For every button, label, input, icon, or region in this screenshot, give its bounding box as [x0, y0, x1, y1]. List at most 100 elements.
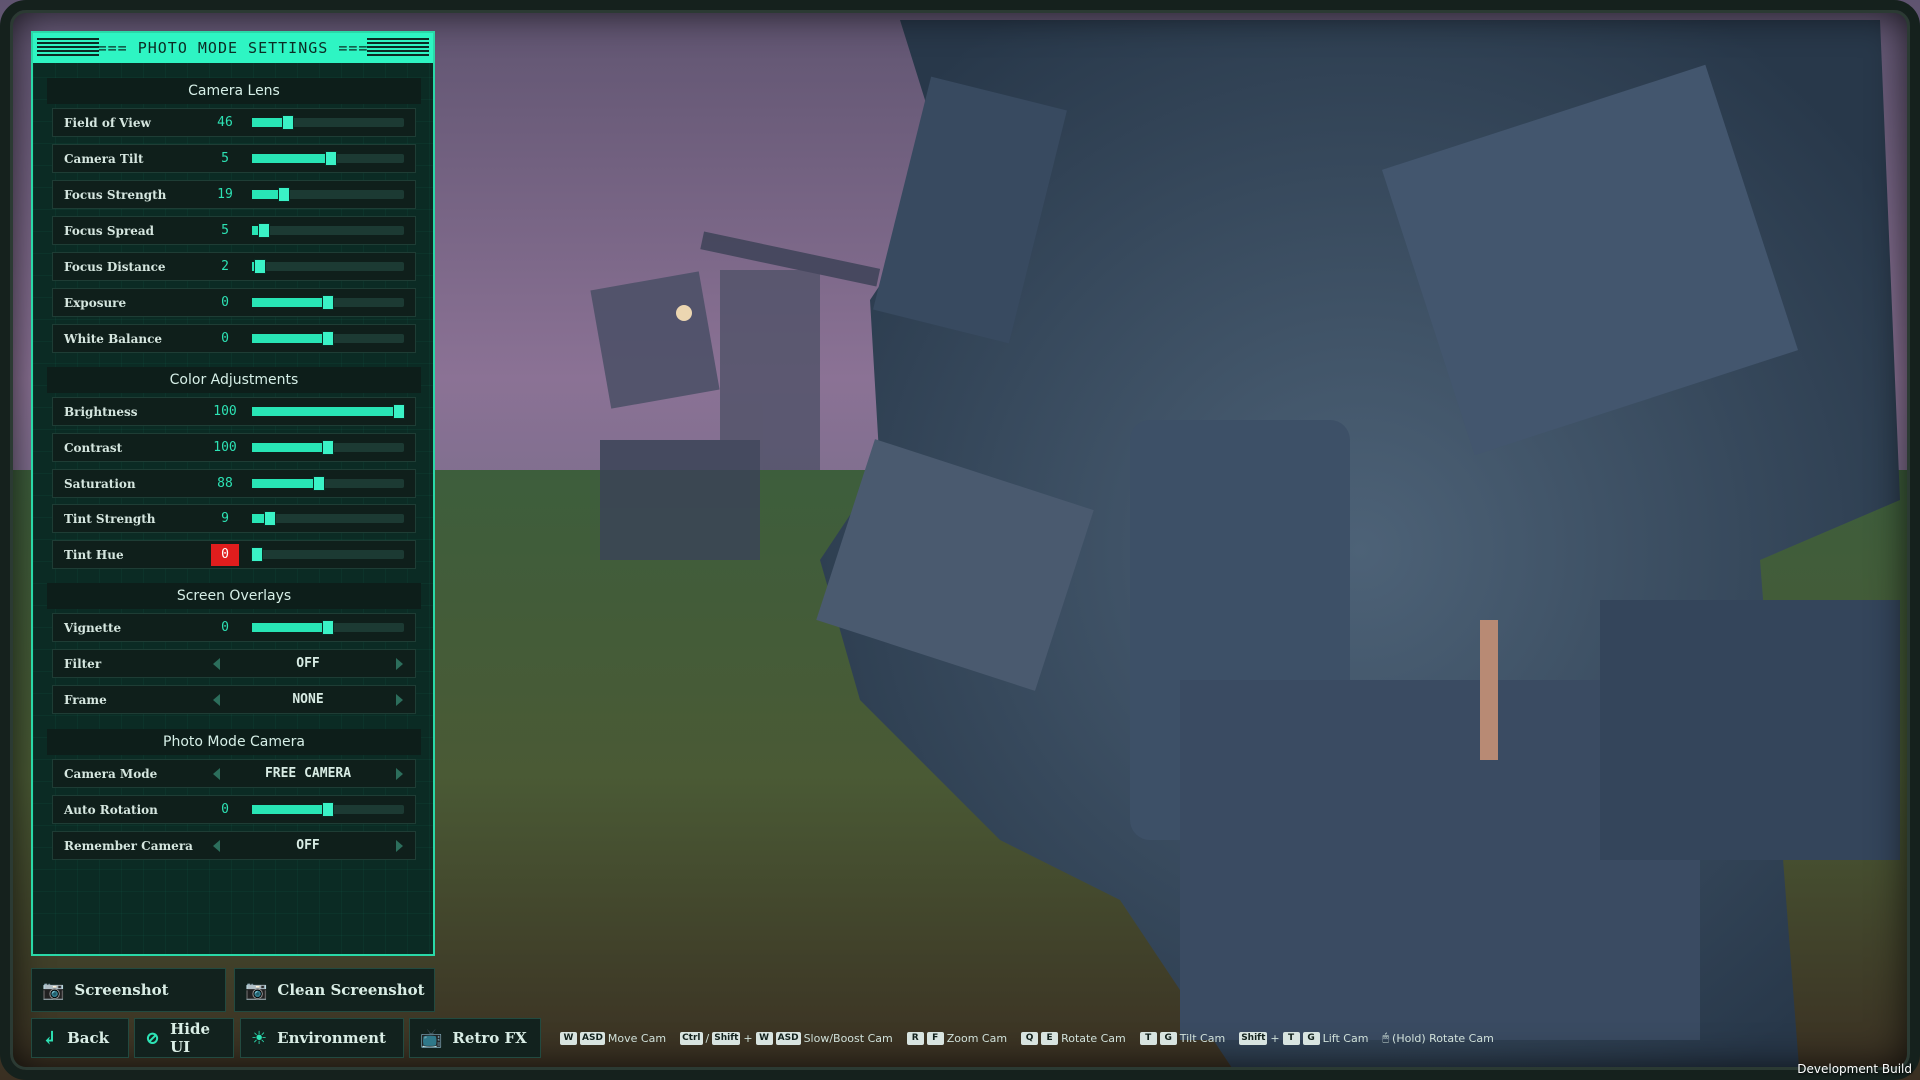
slider-knob[interactable] [265, 512, 275, 525]
slider-fill [252, 154, 331, 163]
slider-track[interactable] [252, 443, 404, 452]
key-g: G [1160, 1032, 1177, 1045]
arrow-right-icon[interactable] [396, 768, 403, 780]
setting-row-vignette[interactable]: Vignette 0 [52, 613, 416, 642]
back-button[interactable]: ↲ Back [31, 1018, 129, 1058]
setting-row-exposure[interactable]: Exposure 0 [52, 288, 416, 317]
arrow-left-icon[interactable] [213, 768, 220, 780]
slider-track[interactable] [252, 226, 404, 235]
setting-row-filter[interactable]: Filter OFF [52, 649, 416, 678]
key-g: G [1303, 1032, 1320, 1045]
setting-value: 19 [211, 184, 239, 206]
setting-row-saturation[interactable]: Saturation 88 [52, 469, 416, 498]
setting-row-focus-strength[interactable]: Focus Strength 19 [52, 180, 416, 209]
slider-track[interactable] [252, 118, 404, 127]
screenshot-button[interactable]: 📷 Screenshot [31, 968, 226, 1012]
arrow-right-icon[interactable] [396, 840, 403, 852]
slider-fill [252, 443, 328, 452]
slider-track[interactable] [252, 805, 404, 814]
slider-fill [252, 623, 328, 632]
slider-track[interactable] [252, 334, 404, 343]
slider-track[interactable] [252, 262, 404, 271]
setting-value: 2 [211, 256, 239, 278]
option-selector: NONE [213, 689, 403, 711]
key-shift: Shift [712, 1032, 740, 1045]
slider-knob[interactable] [323, 332, 333, 345]
option-value: FREE CAMERA [265, 766, 351, 781]
slider-knob[interactable] [283, 116, 293, 129]
hint-slow-boost-cam: Ctrl/Shift+WASD Slow/Boost Cam [680, 1032, 893, 1045]
slider-track[interactable] [252, 514, 404, 523]
hint-move-cam: W ASD Move Cam [560, 1032, 666, 1045]
hint-label: Tilt Cam [1180, 1032, 1225, 1045]
setting-row-focus-spread[interactable]: Focus Spread 5 [52, 216, 416, 245]
setting-label: Camera Mode [64, 767, 157, 781]
arrow-left-icon[interactable] [213, 840, 220, 852]
setting-row-camera-mode[interactable]: Camera Mode FREE CAMERA [52, 759, 416, 788]
slider-knob[interactable] [323, 296, 333, 309]
photo-mode-settings-panel: === PHOTO MODE SETTINGS === Camera Lens … [31, 31, 435, 956]
setting-label: Tint Strength [64, 512, 155, 526]
arrow-right-icon[interactable] [396, 658, 403, 670]
arrow-right-icon[interactable] [396, 694, 403, 706]
slider-knob[interactable] [314, 477, 324, 490]
setting-row-tint-hue[interactable]: Tint Hue 0 [52, 540, 416, 569]
option-value: OFF [296, 838, 319, 853]
slider-knob[interactable] [259, 224, 269, 237]
setting-label: Contrast [64, 441, 122, 455]
setting-row-white-balance[interactable]: White Balance 0 [52, 324, 416, 353]
setting-row-tint-strength[interactable]: Tint Strength 9 [52, 504, 416, 533]
setting-row-contrast[interactable]: Contrast 100 [52, 433, 416, 462]
development-build-label: Development Build [1797, 1062, 1912, 1076]
slider-track[interactable] [252, 550, 404, 559]
environment-label: Environment [277, 1029, 386, 1047]
setting-label: White Balance [64, 332, 162, 346]
environment-button[interactable]: ☀ Environment [240, 1018, 404, 1058]
slider-track[interactable] [252, 479, 404, 488]
arrow-left-icon[interactable] [213, 694, 220, 706]
setting-row-frame[interactable]: Frame NONE [52, 685, 416, 714]
key-r: R [907, 1032, 924, 1045]
setting-value: 46 [211, 112, 239, 134]
option-selector: FREE CAMERA [213, 763, 403, 785]
hint-zoom-cam: RF Zoom Cam [907, 1032, 1007, 1045]
slider-track[interactable] [252, 407, 404, 416]
retro-fx-button[interactable]: 📺 Retro FX [409, 1018, 541, 1058]
setting-row-camera-tilt[interactable]: Camera Tilt 5 [52, 144, 416, 173]
key-asd: ASD [776, 1032, 801, 1045]
slider-knob[interactable] [323, 441, 333, 454]
setting-row-focus-distance[interactable]: Focus Distance 2 [52, 252, 416, 281]
setting-row-auto-rotation[interactable]: Auto Rotation 0 [52, 795, 416, 824]
arrow-left-icon[interactable] [213, 658, 220, 670]
setting-row-remember-camera[interactable]: Remember Camera OFF [52, 831, 416, 860]
slider-knob[interactable] [255, 260, 265, 273]
slider-track[interactable] [252, 298, 404, 307]
slider-knob[interactable] [394, 405, 404, 418]
clean-screenshot-button[interactable]: 📷 Clean Screenshot [234, 968, 435, 1012]
setting-row-field-of-view[interactable]: Field of View 46 [52, 108, 416, 137]
setting-row-brightness[interactable]: Brightness 100 [52, 397, 416, 426]
hide-ui-button[interactable]: ⊘ Hide UI [134, 1018, 234, 1058]
key-t: T [1140, 1032, 1157, 1045]
slider-knob[interactable] [252, 548, 262, 561]
section-color-adjustments: Color Adjustments [47, 367, 421, 393]
slider-knob[interactable] [279, 188, 289, 201]
slider-knob[interactable] [323, 803, 333, 816]
key-w: W [756, 1032, 773, 1045]
section-photo-mode-camera: Photo Mode Camera [47, 729, 421, 755]
retro-fx-label: Retro FX [452, 1029, 526, 1047]
key-ctrl: Ctrl [680, 1032, 702, 1045]
slider-track[interactable] [252, 190, 404, 199]
key-asd: ASD [580, 1032, 605, 1045]
slider-knob[interactable] [326, 152, 336, 165]
panel-title: === PHOTO MODE SETTINGS === [98, 39, 369, 57]
slider-track[interactable] [252, 623, 404, 632]
setting-label: Brightness [64, 405, 138, 419]
slider-fill [252, 805, 328, 814]
setting-label: Frame [64, 693, 107, 707]
slider-track[interactable] [252, 154, 404, 163]
setting-value: 100 [211, 401, 239, 423]
setting-label: Saturation [64, 477, 136, 491]
slider-knob[interactable] [323, 621, 333, 634]
setting-label: Remember Camera [64, 839, 193, 853]
